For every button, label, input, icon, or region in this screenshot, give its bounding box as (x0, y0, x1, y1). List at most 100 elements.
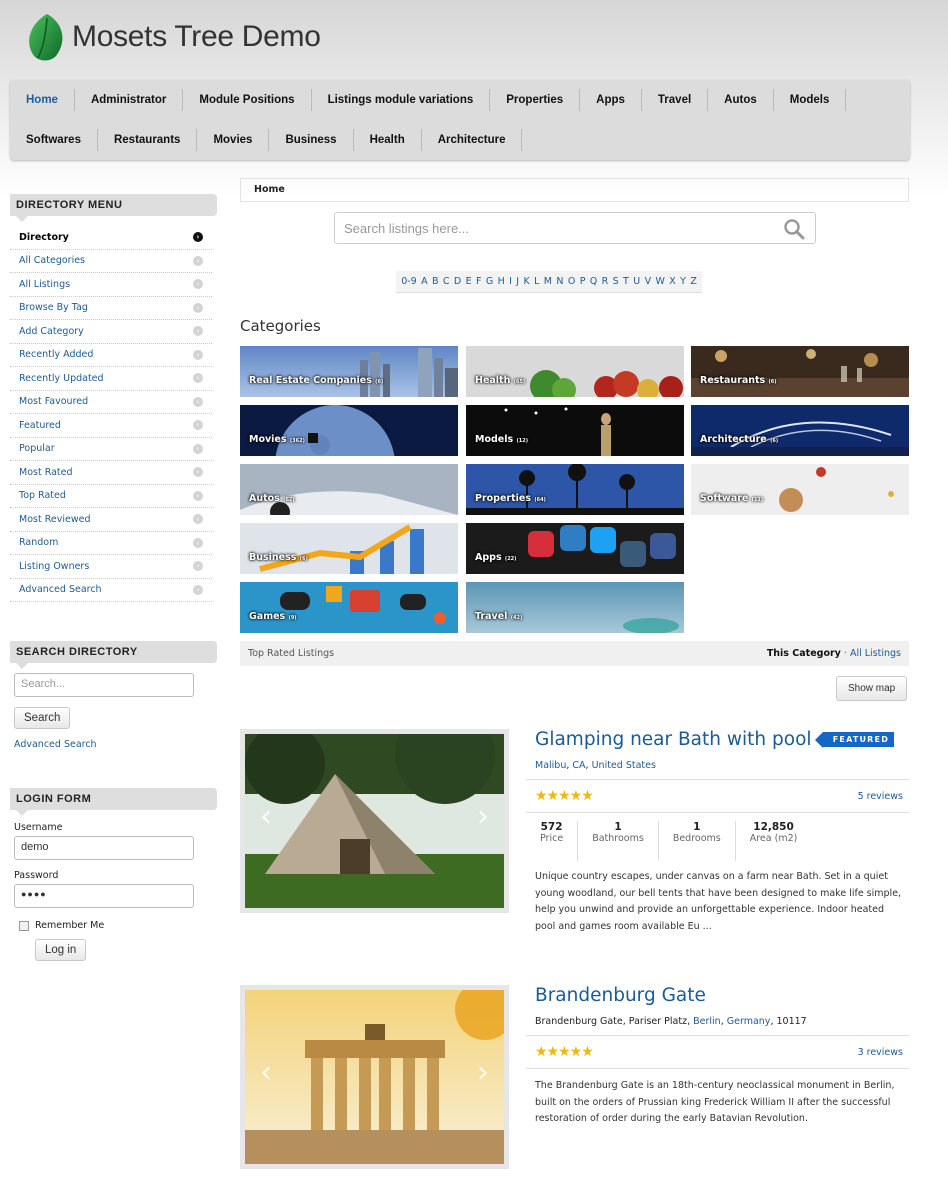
alphabet-letter-link[interactable]: T (623, 276, 629, 287)
directory-menu-item[interactable]: Random › (10, 532, 212, 555)
alphabet-letter-link[interactable]: X (669, 276, 676, 287)
alphabet-letter-link[interactable]: V (645, 276, 652, 287)
nav-travel[interactable]: Travel (642, 89, 709, 111)
site-logo[interactable]: Mosets Tree Demo (26, 12, 321, 62)
category-tile-properties[interactable]: Properties (64) (466, 464, 684, 515)
alphabet-letter-link[interactable]: J (516, 276, 519, 287)
password-input[interactable]: ●●●● (14, 884, 194, 908)
alphabet-letter-link[interactable]: F (476, 276, 481, 287)
alphabet-letter-link[interactable]: P (580, 276, 586, 287)
nav-administrator[interactable]: Administrator (75, 89, 184, 111)
nav-module-positions[interactable]: Module Positions (183, 89, 312, 111)
carousel-prev-icon[interactable]: ‹ (260, 799, 272, 834)
category-tile-movies[interactable]: Movies (362) (240, 405, 458, 456)
directory-menu-item[interactable]: Add Category › (10, 320, 212, 344)
alphabet-letter-link[interactable]: E (466, 276, 472, 287)
category-tile-software[interactable]: Software (11) (691, 464, 909, 515)
alphabet-letter-link[interactable]: H (498, 276, 505, 287)
carousel-next-icon[interactable]: › (477, 1055, 489, 1090)
alphabet-letter-link[interactable]: I (509, 276, 512, 287)
directory-menu-item[interactable]: All Categories › (10, 250, 212, 273)
directory-menu-item[interactable]: Most Reviewed › (10, 508, 212, 532)
directory-menu-item[interactable]: Recently Updated › (10, 367, 212, 391)
address-city-link[interactable]: Malibu (535, 760, 566, 771)
listing-image-carousel[interactable]: ‹ › (240, 729, 509, 913)
alphabet-letter-link[interactable]: A (421, 276, 428, 287)
breadcrumb-home[interactable]: Home (254, 184, 285, 195)
nav-home[interactable]: Home (10, 89, 75, 111)
listing-image-carousel[interactable]: ‹ › (240, 985, 509, 1169)
alphabet-letter-link[interactable]: Q (590, 276, 597, 287)
alphabet-letter-link[interactable]: N (556, 276, 563, 287)
directory-search-button[interactable]: Search (14, 707, 71, 729)
alphabet-letter-link[interactable]: L (534, 276, 539, 287)
nav-architecture[interactable]: Architecture (422, 129, 523, 151)
category-tile-models[interactable]: Models (12) (466, 405, 684, 456)
directory-menu-item[interactable]: Most Favoured › (10, 391, 212, 414)
alphabet-letter-link[interactable]: G (486, 276, 493, 287)
directory-menu-item[interactable]: Top Rated › (10, 485, 212, 508)
remember-me-checkbox[interactable] (19, 920, 29, 931)
directory-menu-item[interactable]: Listing Owners › (10, 555, 212, 579)
nav-properties[interactable]: Properties (490, 89, 581, 111)
nav-softwares[interactable]: Softwares (10, 129, 98, 151)
listing-title[interactable]: Glamping near Bath with pool (535, 729, 812, 750)
reviews-link[interactable]: 3 reviews (858, 1047, 903, 1058)
alphabet-letter-link[interactable]: O (568, 276, 575, 287)
category-tile-architecture[interactable]: Architecture (6) (691, 405, 909, 456)
category-tile-business[interactable]: Business (6) (240, 523, 458, 574)
nav-models[interactable]: Models (774, 89, 847, 111)
category-tile-travel[interactable]: Travel (42) (466, 582, 684, 633)
address-state-link[interactable]: CA (572, 760, 585, 771)
alphabet-letter-link[interactable]: D (454, 276, 461, 287)
nav-movies[interactable]: Movies (197, 129, 270, 151)
nav-health[interactable]: Health (354, 129, 422, 151)
alphabet-letter-link[interactable]: W (655, 276, 664, 287)
directory-menu-item[interactable]: Recently Added › (10, 344, 212, 367)
category-tile-real-estate[interactable]: Real Estate Companies (6) (240, 346, 458, 397)
alphabet-letter-link[interactable]: Z (690, 276, 697, 287)
category-tile-restaurants[interactable]: Restaurants (6) (691, 346, 909, 397)
category-tile-apps[interactable]: Apps (22) (466, 523, 684, 574)
category-tile-games[interactable]: Games (9) (240, 582, 458, 633)
alphabet-letter-link[interactable]: K (523, 276, 529, 287)
show-map-button[interactable]: Show map (836, 676, 908, 701)
login-button[interactable]: Log in (35, 939, 87, 961)
alphabet-letter-link[interactable]: R (602, 276, 609, 287)
nav-business[interactable]: Business (269, 129, 354, 151)
category-tile-autos[interactable]: Autos (62) (240, 464, 458, 515)
nav-autos[interactable]: Autos (708, 89, 774, 111)
directory-search-input[interactable]: Search... (14, 673, 194, 697)
all-listings-filter[interactable]: All Listings (850, 648, 901, 659)
directory-menu-item[interactable]: Directory › (10, 226, 212, 250)
carousel-next-icon[interactable]: › (477, 799, 489, 834)
reviews-link[interactable]: 5 reviews (858, 791, 903, 802)
advanced-search-link[interactable]: Advanced Search (14, 739, 217, 750)
alphabet-letter-link[interactable]: S (613, 276, 619, 287)
directory-menu-item[interactable]: Advanced Search › (10, 579, 212, 602)
directory-menu-item[interactable]: Popular › (10, 438, 212, 461)
nav-listings-module-variations[interactable]: Listings module variations (312, 89, 491, 111)
listings-search-input[interactable]: Search listings here... (334, 212, 816, 244)
directory-menu-item[interactable]: Browse By Tag › (10, 297, 212, 320)
listing-title[interactable]: Brandenburg Gate (535, 985, 706, 1006)
address-city-link[interactable]: Berlin (693, 1016, 721, 1027)
alphabet-letter-link[interactable]: 0-9 (401, 276, 417, 287)
alphabet-letter-link[interactable]: C (443, 276, 450, 287)
username-input[interactable]: demo (14, 836, 194, 860)
address-country-link[interactable]: Germany (727, 1016, 771, 1027)
address-country-link[interactable]: United States (592, 760, 656, 771)
alphabet-letter-link[interactable]: B (432, 276, 439, 287)
search-icon[interactable] (783, 218, 805, 240)
alphabet-letter-link[interactable]: U (633, 276, 640, 287)
directory-menu-item[interactable]: Featured › (10, 414, 212, 438)
alphabet-letter-link[interactable]: M (544, 276, 552, 287)
nav-apps[interactable]: Apps (580, 89, 642, 111)
carousel-prev-icon[interactable]: ‹ (260, 1055, 272, 1090)
nav-restaurants[interactable]: Restaurants (98, 129, 198, 151)
directory-menu-item[interactable]: All Listings › (10, 273, 212, 297)
this-category-filter[interactable]: This Category (767, 648, 841, 659)
category-tile-health[interactable]: Health (65) (466, 346, 684, 397)
alphabet-letter-link[interactable]: Y (680, 276, 686, 287)
directory-menu-item[interactable]: Most Rated › (10, 461, 212, 485)
